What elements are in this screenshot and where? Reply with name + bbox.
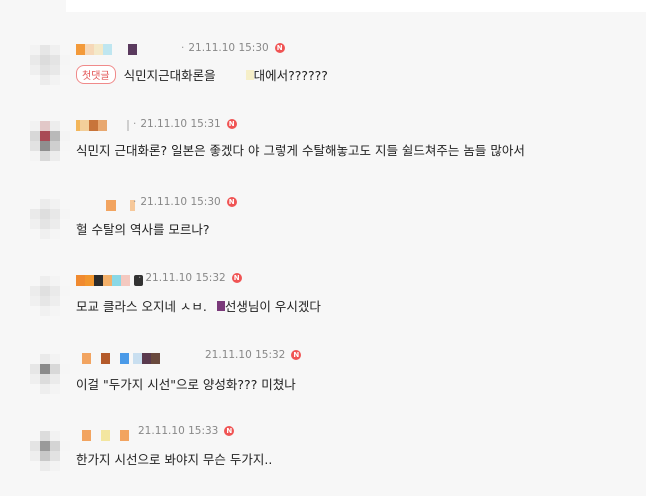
author-nickname[interactable] bbox=[76, 274, 143, 286]
comment-meta: · 21.11.10 15:30 N bbox=[133, 196, 237, 208]
new-badge-icon: N bbox=[291, 350, 302, 360]
new-badge-icon: N bbox=[231, 273, 242, 283]
avatar[interactable] bbox=[30, 354, 70, 394]
new-badge-icon: N bbox=[224, 426, 235, 436]
first-comment-tag: 첫댓글 bbox=[76, 65, 116, 84]
top-bar bbox=[0, 0, 646, 12]
avatar[interactable] bbox=[30, 199, 70, 239]
comment-meta: 21.11.10 15:32 N bbox=[205, 349, 302, 361]
redacted-mark bbox=[216, 300, 225, 311]
comment-time: 21.11.10 15:30 bbox=[140, 196, 221, 208]
author-nickname[interactable] bbox=[76, 429, 129, 441]
comment-meta: · 21.11.10 15:32 N bbox=[138, 272, 242, 284]
separator-dot: · bbox=[133, 118, 137, 130]
author-nickname[interactable] bbox=[76, 43, 137, 55]
comment-text-part-b: 선생님이 우시겠다 bbox=[224, 299, 321, 314]
comment-text-part-b: 대에서?????? bbox=[253, 68, 328, 83]
separator-dot: · bbox=[133, 196, 137, 208]
comment-time: 21.11.10 15:32 bbox=[145, 272, 226, 284]
avatar[interactable] bbox=[30, 45, 70, 85]
author-nickname[interactable] bbox=[76, 352, 160, 364]
avatar[interactable] bbox=[30, 276, 70, 316]
comment-time: 21.11.10 15:30 bbox=[188, 42, 269, 54]
author-nickname[interactable] bbox=[76, 119, 129, 131]
comment-text-part-a: 식민지근대화론을 bbox=[123, 68, 216, 83]
redacted-mark bbox=[245, 69, 254, 80]
comment-text: 첫댓글 식민지근대화론을 대에서?????? bbox=[76, 65, 328, 84]
new-badge-icon: N bbox=[226, 197, 237, 207]
comment-text: 식민지 근대화론? 일본은 좋겠다 야 그렇게 수탈해놓고도 지들 쉴드쳐주는 … bbox=[76, 143, 525, 158]
comment-text: 모교 클라스 오지네 ㅅㅂ. 선생님이 우시겠다 bbox=[76, 296, 321, 315]
avatar[interactable] bbox=[30, 431, 70, 471]
comment-time: 21.11.10 15:33 bbox=[138, 425, 219, 437]
comment-meta: · 21.11.10 15:31 N bbox=[133, 118, 237, 130]
comment-text-part-a: 모교 클라스 오지네 ㅅㅂ. bbox=[76, 299, 207, 314]
comment-text: 한가지 시선으로 봐야지 무슨 두가지.. bbox=[76, 452, 273, 467]
avatar[interactable] bbox=[30, 121, 70, 161]
comment-meta: · 21.11.10 15:30 N bbox=[181, 42, 285, 54]
new-badge-icon: N bbox=[274, 43, 285, 53]
comment-text: 헐 수탈의 역사를 모르나? bbox=[76, 222, 210, 237]
comment-text: 이걸 "두가지 시선"으로 양성화??? 미쳤나 bbox=[76, 377, 296, 392]
separator-dot: · bbox=[181, 42, 185, 54]
comment-time: 21.11.10 15:32 bbox=[205, 349, 286, 361]
comment-meta: 21.11.10 15:33 N bbox=[138, 425, 235, 437]
new-badge-icon: N bbox=[226, 119, 237, 129]
separator-dot: · bbox=[138, 272, 142, 284]
comment-time: 21.11.10 15:31 bbox=[140, 118, 221, 130]
author-nickname[interactable] bbox=[76, 199, 135, 211]
